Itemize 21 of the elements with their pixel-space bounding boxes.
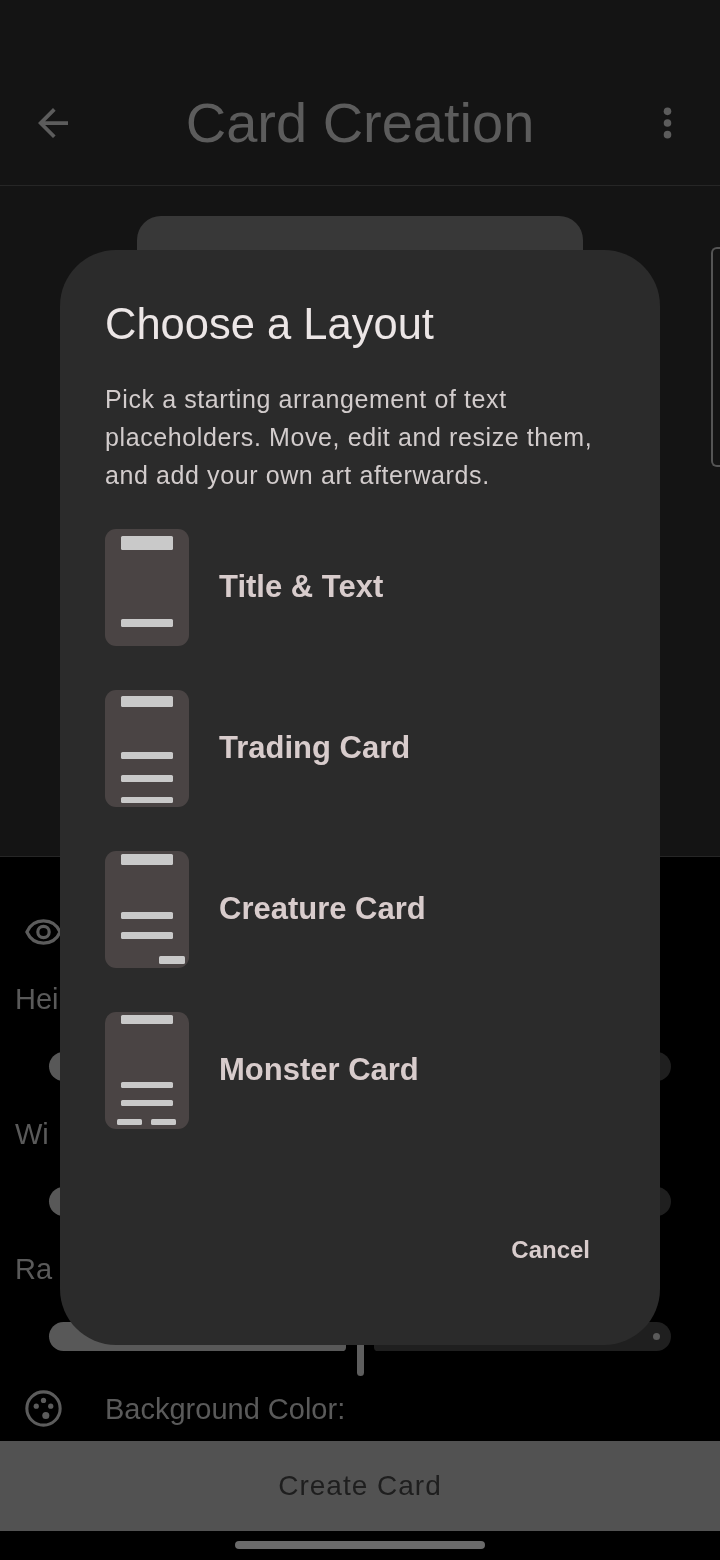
back-arrow-icon [38, 107, 68, 138]
palette-icon [25, 1390, 62, 1427]
slider-label: Ra [14, 1252, 53, 1286]
layout-option[interactable]: Monster Card [105, 1012, 419, 1129]
cancel-button[interactable]: Cancel [486, 1226, 615, 1274]
card-layout-icon [105, 529, 189, 646]
more-options-icon [662, 106, 672, 139]
dialog-title: Choose a Layout [105, 300, 434, 348]
card-layout-icon [105, 851, 189, 968]
eye-icon [25, 919, 62, 945]
card-layout-icon [105, 690, 189, 807]
stop-dot-icon [653, 1332, 660, 1340]
screen-title: Card Creation [184, 89, 536, 156]
slider-label: Wi [14, 1117, 49, 1151]
dialog-message: Pick a starting arrangement of text placeholders. Move, edit and resize them, and add your own art afterwards. [105, 384, 594, 491]
background-color-label: Background Color: [105, 1391, 346, 1426]
layout-option[interactable]: Creature Card [105, 851, 426, 968]
slider-label: Hei [14, 982, 59, 1016]
layout-option[interactable]: Trading Card [105, 690, 411, 807]
card-layout-icon [105, 1012, 189, 1129]
layout-option[interactable]: Title & Text [105, 529, 384, 646]
